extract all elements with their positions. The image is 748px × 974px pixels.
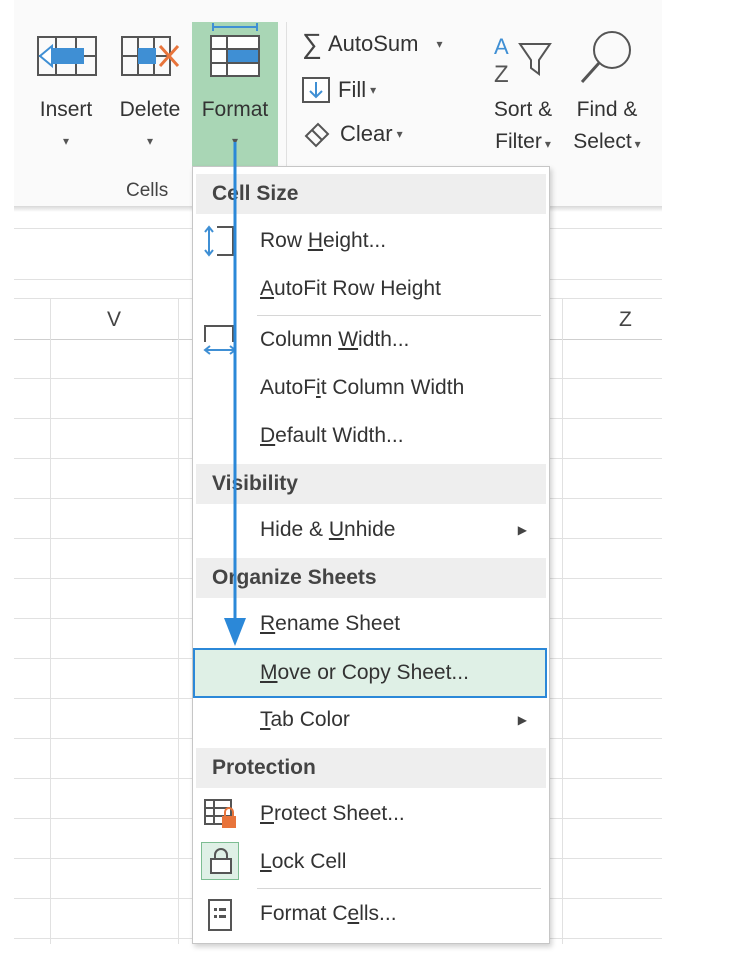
insert-dropdown-arrow: ▾ — [62, 134, 70, 148]
svg-text:Z: Z — [494, 61, 509, 88]
sort-az-filter-icon: A Z — [494, 34, 552, 88]
sigma-icon: ∑ — [302, 28, 322, 59]
submenu-arrow-icon: ▶ — [517, 523, 527, 537]
menu-item-lock-cell[interactable]: Lock Cell — [193, 840, 547, 884]
format-cells-dialog-icon — [208, 899, 232, 931]
menu-item-move-or-copy-sheet[interactable]: Move or Copy Sheet... — [193, 648, 547, 698]
menu-item-format-cells[interactable]: Format Cells... — [193, 892, 547, 936]
format-cells-icon — [210, 23, 260, 77]
section-header-protection: Protection — [196, 748, 546, 788]
menu-item-label: AutoFit Column Width — [260, 376, 465, 399]
cells-group-label: Cells — [126, 180, 169, 201]
fill-label: Fill — [338, 77, 367, 102]
column-divider — [178, 298, 179, 944]
menu-item-label: Move or Copy Sheet... — [260, 661, 469, 684]
insert-button[interactable]: Insert ▾ — [28, 22, 104, 172]
svg-text:A: A — [494, 34, 509, 59]
autosum-dropdown-arrow: ▾ — [436, 37, 443, 51]
clear-button[interactable]: Clear ▾ — [302, 118, 403, 150]
column-header-z[interactable]: Z — [619, 308, 632, 332]
menu-item-label: Row Height... — [260, 229, 387, 252]
menu-item-label: Format Cells... — [260, 902, 397, 925]
menu-item-protect-sheet[interactable]: Protect Sheet... — [193, 792, 547, 836]
menu-item-label: Column Width... — [260, 328, 410, 351]
eraser-icon — [304, 122, 330, 148]
autosum-label: AutoSum — [327, 31, 419, 56]
format-label: Format — [201, 98, 269, 121]
protect-sheet-icon — [204, 799, 236, 828]
annotation-arrow-icon — [224, 142, 246, 646]
find-select-button[interactable]: Find & Select ▾ — [566, 22, 648, 172]
menu-item-label: Default Width... — [260, 424, 404, 447]
menu-item-label: Hide & Unhide — [260, 518, 396, 541]
menu-item-label: Tab Color — [260, 708, 350, 731]
column-divider — [562, 298, 563, 944]
sort-filter-dropdown-arrow: ▾ — [544, 137, 551, 151]
menu-item-tab-color[interactable]: Tab Color ▶ — [193, 698, 547, 742]
submenu-arrow-icon: ▶ — [517, 713, 527, 727]
fill-button[interactable]: Fill ▾ — [302, 74, 376, 106]
menu-item-label: Protect Sheet... — [260, 802, 405, 825]
find-select-label-1: Find & — [576, 98, 638, 121]
menu-item-label: AutoFit Row Height — [260, 277, 441, 300]
magnifier-icon — [580, 31, 631, 84]
sort-filter-label-2: Filter ▾ — [495, 130, 551, 153]
delete-button[interactable]: Delete ▾ — [112, 22, 188, 172]
delete-dropdown-arrow: ▾ — [146, 134, 154, 148]
lock-icon-toggle — [201, 842, 239, 880]
clear-label: Clear — [340, 121, 393, 146]
insert-cells-icon — [37, 36, 97, 76]
autosum-button[interactable]: ∑ AutoSum ▾ — [302, 28, 443, 60]
menu-separator — [257, 315, 541, 316]
column-header-v[interactable]: V — [107, 308, 121, 332]
find-select-label-2: Select ▾ — [573, 130, 641, 153]
column-divider — [50, 298, 51, 944]
lock-icon — [210, 848, 232, 874]
delete-cells-icon — [121, 36, 180, 76]
fill-dropdown-arrow: ▾ — [370, 83, 377, 97]
find-select-dropdown-arrow: ▾ — [634, 137, 641, 151]
clear-dropdown-arrow: ▾ — [396, 127, 403, 141]
fill-down-icon — [302, 77, 330, 103]
sort-filter-button[interactable]: A Z Sort & Filter ▾ — [484, 22, 562, 172]
menu-separator — [257, 888, 541, 889]
delete-label: Delete — [119, 98, 181, 121]
menu-item-label: Rename Sheet — [260, 612, 401, 635]
menu-item-label: Lock Cell — [260, 850, 347, 873]
sort-filter-label-1: Sort & — [493, 98, 553, 121]
insert-label: Insert — [39, 98, 93, 121]
